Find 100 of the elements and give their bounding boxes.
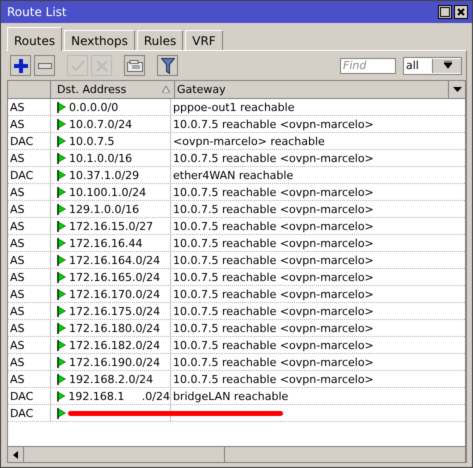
sort-arrow-icon [162,86,170,93]
table-row[interactable]: AS 172.16.170.0/24 10.0.7.5 reachable <ovpn-marcelo> [8,286,465,303]
gateway: 10.0.7.5 reachable <ovpn-marcelo> [173,304,374,318]
route-type: AS [10,322,25,334]
table-row[interactable]: DAC 192.168.1 .0/24 bridgeLAN reachable [8,388,465,405]
flag-icon [57,102,66,112]
flag-icon [57,356,66,368]
dst-address: 172.16.15.0/27 [69,220,154,232]
column-header[interactable]: Dst. Address [51,81,175,98]
horizontal-scrollbar[interactable] [8,446,465,462]
gateway: pppoe-out1 reachable [173,100,294,114]
table-row[interactable]: AS 172.16.180.0/24 10.0.7.5 reachable <ovpn-marcelo> [8,320,465,337]
flag-icon [57,220,66,232]
flag-icon [57,306,66,316]
route-type: AS [10,118,25,130]
tab[interactable]: Routes [7,27,62,51]
route-type: AS [10,338,25,352]
table-row[interactable]: AS 192.168.2.0/24 10.0.7.5 reachable <ovpn-marcelo> [8,371,465,388]
dst-address: 10.100.1.0/24 [69,186,146,198]
flag-icon [57,118,66,130]
add-button[interactable] [10,55,31,76]
table-row[interactable]: AS 172.16.165.0/24 10.0.7.5 reachable <ovpn-marcelo> [8,269,465,286]
table-row[interactable]: DAC [8,405,465,422]
gateway: 10.0.7.5 reachable <ovpn-marcelo> [173,288,374,300]
route-type: AS [10,288,25,300]
route-type: AS [10,372,25,386]
tab[interactable]: Nexthops [64,30,135,50]
table-row[interactable]: AS 172.16.164.0/24 10.0.7.5 reachable <ovpn-marcelo> [8,252,465,269]
filter-icon [160,58,174,74]
dst-address: 172.16.182.0/24 [69,338,160,352]
gateway: 10.0.7.5 reachable <ovpn-marcelo> [173,236,374,250]
dst-address: 172.16.170.0/24 [69,288,160,300]
table-row[interactable]: AS 172.16.16.44 10.0.7.5 reachable <ovpn-marcelo> [8,235,465,252]
search-field[interactable]: Find [340,58,396,74]
route-type: AS [10,236,25,250]
left-arrow-icon [13,450,18,458]
table-row[interactable]: AS 172.16.190.0/24 10.0.7.5 reachable <ovpn-marcelo> [8,354,465,371]
dst-address: 10.0.7.0/24 [69,118,132,130]
table-row[interactable]: AS 172.16.182.0/24 10.0.7.5 reachable <ovpn-marcelo> [8,337,465,354]
maximize-button[interactable] [438,5,452,19]
route-type: DAC [10,390,34,402]
gateway: 10.0.7.5 reachable <ovpn-marcelo> [173,372,374,386]
route-type: AS [10,254,25,266]
dst-address: 172.16.165.0/24 [69,270,160,284]
flag-icon [57,254,66,266]
filter-button[interactable] [157,55,178,76]
flag-icon [57,136,66,146]
gateway: 10.0.7.5 reachable <ovpn-marcelo> [173,220,374,232]
comment-button[interactable] [124,55,145,76]
dst-address: 172.16.175.0/24 [69,304,160,318]
minus-icon [38,62,52,68]
flag-icon [57,374,66,384]
dst-address: 10.0.7.5 [69,134,114,148]
table-row[interactable]: DAC 10.0.7.5 <ovpn-marcelo> reachable [8,133,465,150]
dst-address: 192.168.1 .0/24 [68,390,170,402]
table-row[interactable]: AS 129.1.0.0/16 10.0.7.5 reachable <ovpn-marcelo> [8,201,465,218]
flag-icon [57,322,66,334]
dst-address: 10.1.0.0/16 [69,152,132,164]
tab[interactable]: Rules [136,30,184,50]
table-row[interactable]: AS 172.16.175.0/24 10.0.7.5 reachable <ovpn-marcelo> [8,303,465,320]
flag-icon [57,152,66,164]
gateway: 10.0.7.5 reachable <ovpn-marcelo> [173,202,374,216]
column-header[interactable]: Gateway [175,81,449,98]
filter-dropdown[interactable]: all [403,56,462,74]
flag-icon [57,204,66,214]
plus-icon [14,58,28,72]
gateway: bridgeLAN reachable [173,390,288,402]
route-type: AS [10,220,25,232]
flag-icon [57,390,66,402]
dropdown-arrow-icon [452,87,462,92]
gateway: <ovpn-marcelo> reachable [173,134,325,148]
dst-address: 172.16.190.0/24 [69,356,160,368]
gateway: 10.0.7.5 reachable <ovpn-marcelo> [173,118,374,130]
gateway: 10.0.7.5 reachable <ovpn-marcelo> [173,186,374,198]
flag-icon [57,408,66,418]
gateway: 10.0.7.5 reachable <ovpn-marcelo> [173,338,374,352]
table-row[interactable]: AS 10.100.1.0/24 10.0.7.5 reachable <ovpn-marcelo> [8,184,465,201]
table-row[interactable]: AS 172.16.15.0/27 10.0.7.5 reachable <ovpn-marcelo> [8,218,465,235]
dropdown-arrow-icon [444,61,452,70]
dst-address: 192.168.2.0/24 [69,372,154,386]
dst-address: 172.16.164.0/24 [69,254,160,266]
dst-address: 172.16.180.0/24 [69,322,160,334]
dst-address: 129.1.0.0/16 [69,202,140,216]
table-row[interactable]: AS 0.0.0.0/0 pppoe-out1 reachable [8,99,465,116]
table-row[interactable]: AS 10.0.7.0/24 10.0.7.5 reachable <ovpn-marcelo> [8,116,465,133]
flag-icon [57,272,66,282]
note-icon [126,60,142,72]
flag-icon [57,170,66,180]
remove-button[interactable] [34,55,55,76]
gateway: 10.0.7.5 reachable <ovpn-marcelo> [173,356,374,368]
table-row[interactable]: DAC 10.37.1.0/29 ether4WAN reachable [8,167,465,184]
tab[interactable]: VRF [185,30,223,50]
table-row[interactable]: AS 10.1.0.0/16 10.0.7.5 reachable <ovpn-marcelo> [8,150,465,167]
flag-icon [57,340,66,350]
dst-address: 172.16.16.44 [69,236,142,250]
route-type: AS [10,202,25,216]
route-type: DAC [10,406,34,420]
route-type: AS [10,270,25,284]
route-type: AS [10,100,25,114]
close-button[interactable] [454,5,468,19]
